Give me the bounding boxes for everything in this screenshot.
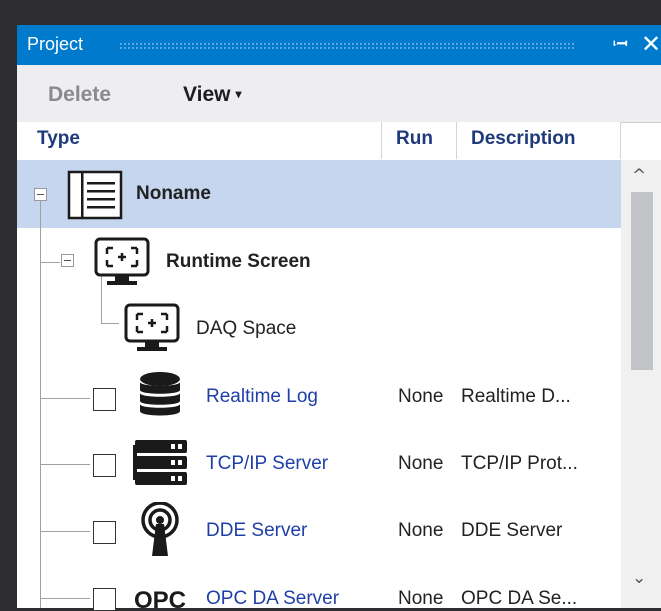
monitor-screen-icon [124,303,180,351]
view-menu-button[interactable]: View ▾ [183,83,242,107]
chevron-down-icon: ▾ [235,87,242,101]
tree-item-daq-space-label[interactable]: DAQ Space [196,318,296,340]
collapse-toggle[interactable] [34,188,47,201]
description-cell: Realtime D... [461,386,571,407]
column-header-type[interactable]: Type [37,128,80,150]
checkbox[interactable] [93,388,116,411]
monitor-screen-icon [94,237,150,285]
tree-line [40,531,90,532]
description-cell: DDE Server [461,520,563,541]
checkbox[interactable] [93,521,116,544]
run-cell: None [398,520,444,541]
scroll-down-icon[interactable]: ⌄ [632,568,646,588]
column-header-description[interactable]: Description [471,128,576,150]
tree-item-label[interactable]: TCP/IP Server [206,453,328,475]
column-header-run[interactable]: Run [396,128,433,150]
collapse-toggle[interactable] [61,254,74,267]
tree-item-label[interactable]: DDE Server [206,520,307,542]
description-cell: TCP/IP Prot... [461,453,578,474]
scroll-up-icon[interactable]: ^ [632,166,646,186]
tree-line [40,398,90,399]
list-document-icon [67,170,123,220]
tree-line [40,262,60,263]
server-stack-icon [133,440,187,485]
description-cell: OPC DA Se... [461,588,578,609]
column-divider[interactable] [456,122,457,159]
tree-item-runtime-screen-label[interactable]: Runtime Screen [166,251,311,273]
svg-text:OPC: OPC [134,587,186,608]
toolbar: Delete View ▾ [17,65,661,123]
panel-title: Project [27,34,84,54]
opc-logo-icon: OPC [134,587,186,608]
tree-line [101,323,119,324]
tree-item-noname-label[interactable]: Noname [136,183,211,205]
run-cell: None [398,386,444,407]
broadcast-tower-icon [141,502,179,556]
column-divider [620,122,621,159]
tree-line [40,598,90,599]
pin-icon-graphic [615,32,617,44]
database-icon [140,372,180,416]
tree-item-label[interactable]: Realtime Log [206,386,318,408]
checkbox[interactable] [93,454,116,477]
run-cell: None [398,588,444,609]
tree-item-label[interactable]: OPC DA Server [206,588,339,610]
view-label: View [183,83,231,106]
column-header: Type Run Description [17,122,621,159]
close-icon[interactable]: ✕ [641,30,661,58]
tree-line [40,464,90,465]
run-cell: None [398,453,444,474]
column-divider[interactable] [381,122,382,159]
drag-grip[interactable] [119,42,575,51]
panel-title-bar[interactable]: Project ꟷ ✕ [17,25,661,65]
delete-button[interactable]: Delete [48,83,111,107]
scrollbar-thumb[interactable] [631,192,653,370]
